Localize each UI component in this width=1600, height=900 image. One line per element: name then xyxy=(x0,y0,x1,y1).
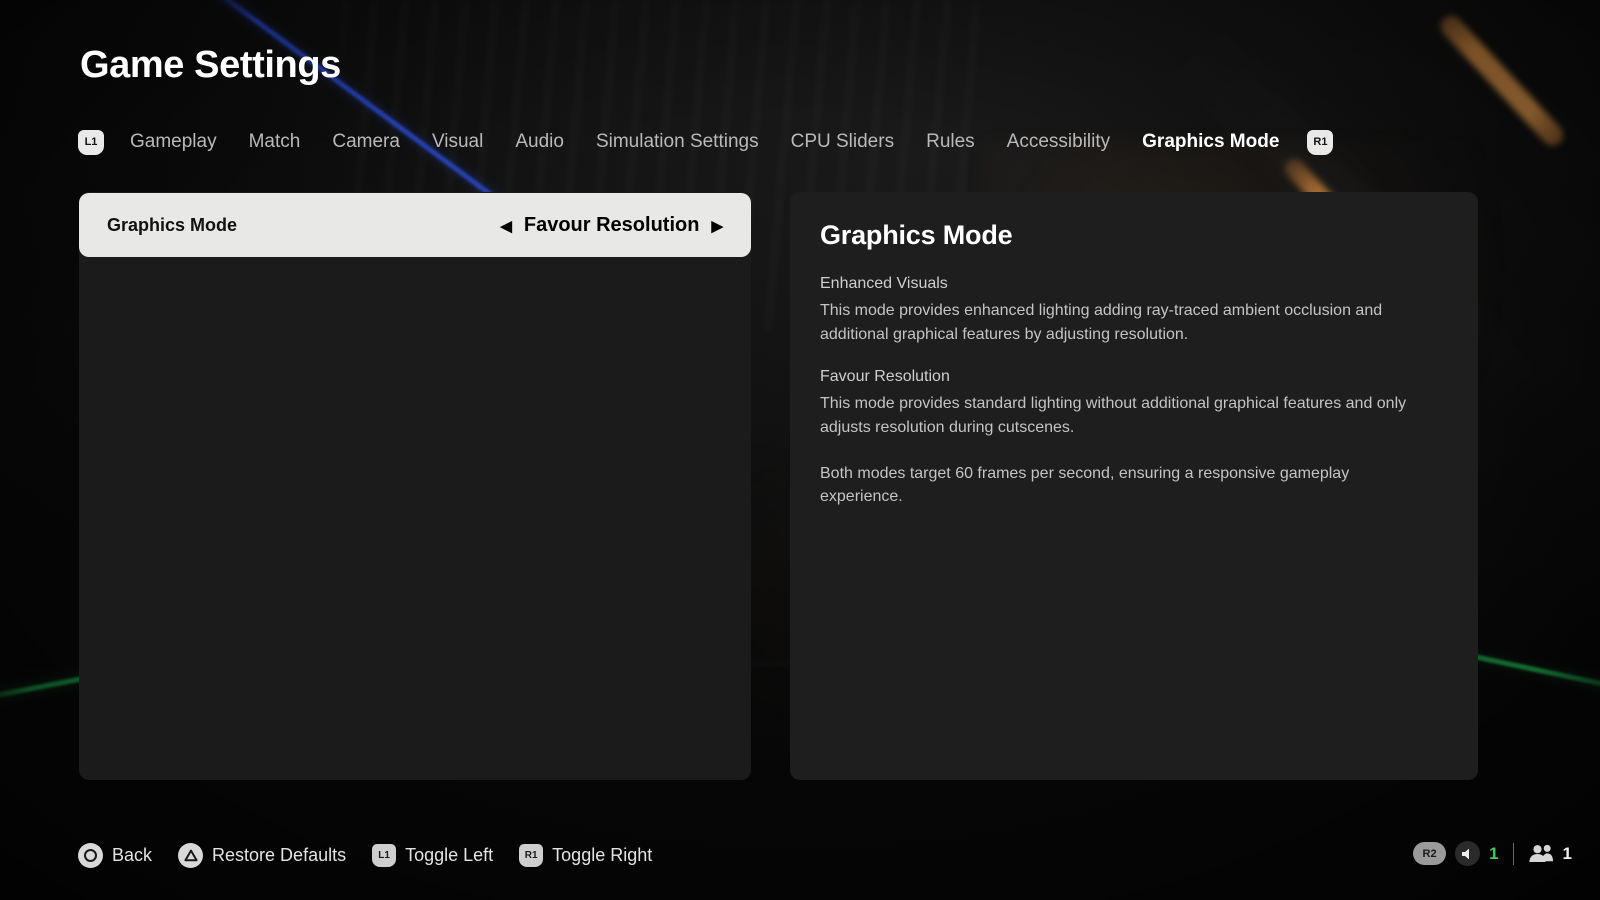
status-divider xyxy=(1512,842,1514,865)
setting-row-value: Favour Resolution xyxy=(523,213,700,236)
setting-row-label: Graphics Mode xyxy=(107,214,238,235)
hint-label: Toggle Left xyxy=(405,845,494,865)
detail-body: This mode provides enhanced lighting add… xyxy=(820,302,1383,343)
tab-cpu-sliders[interactable]: CPU Sliders xyxy=(775,128,910,156)
tab-graphics-mode[interactable]: Graphics Mode xyxy=(1126,128,1295,156)
speaker-icon[interactable] xyxy=(1455,841,1481,866)
circle-button-icon xyxy=(78,843,103,868)
settings-list-panel xyxy=(79,192,751,780)
setting-row-value-stepper[interactable]: ◀ Favour Resolution ▶ xyxy=(500,214,723,237)
detail-panel: Graphics Mode Enhanced Visuals This mode… xyxy=(790,192,1478,780)
tab-accessibility[interactable]: Accessibility xyxy=(991,128,1126,156)
chevron-right-icon[interactable]: ▶ xyxy=(711,219,723,234)
detail-block-favour-resolution: Favour Resolution This mode provides sta… xyxy=(820,368,1448,439)
detail-note: Both modes target 60 frames per second, … xyxy=(820,464,1350,506)
tab-visual[interactable]: Visual xyxy=(416,128,499,156)
r1-bumper-icon[interactable]: R1 xyxy=(1307,129,1334,155)
hint-back[interactable]: Back xyxy=(78,843,152,868)
tab-gameplay[interactable]: Gameplay xyxy=(114,128,233,156)
detail-block-enhanced-visuals: Enhanced Visuals This mode provides enha… xyxy=(820,275,1448,346)
tab-match[interactable]: Match xyxy=(233,128,317,156)
game-settings-screen: Game Settings L1 Gameplay Match Camera V… xyxy=(0,0,1600,900)
hint-label: Toggle Right xyxy=(552,845,653,865)
players-icon xyxy=(1528,844,1554,863)
l1-bumper-icon: L1 xyxy=(372,844,397,867)
detail-heading: Favour Resolution xyxy=(820,368,950,386)
tab-audio[interactable]: Audio xyxy=(499,128,580,156)
status-cluster: R2 1 1 xyxy=(1413,841,1572,866)
hint-label: Restore Defaults xyxy=(212,845,347,865)
button-hint-bar: Back Restore Defaults L1 Toggle Left R1 … xyxy=(78,843,652,868)
volume-level: 1 xyxy=(1489,843,1499,863)
chevron-left-icon[interactable]: ◀ xyxy=(500,219,512,234)
r2-trigger-icon[interactable]: R2 xyxy=(1413,842,1447,865)
hint-toggle-left[interactable]: L1 Toggle Left xyxy=(372,844,493,867)
tab-camera[interactable]: Camera xyxy=(316,128,416,156)
detail-title: Graphics Mode xyxy=(820,220,1013,250)
detail-heading: Enhanced Visuals xyxy=(820,275,948,292)
hint-toggle-right[interactable]: R1 Toggle Right xyxy=(519,844,652,867)
tab-simulation-settings[interactable]: Simulation Settings xyxy=(580,128,775,156)
l1-bumper-icon[interactable]: L1 xyxy=(78,129,104,155)
triangle-button-icon xyxy=(178,843,204,868)
tab-rules[interactable]: Rules xyxy=(910,128,991,156)
r1-bumper-icon: R1 xyxy=(519,844,544,867)
page-title: Game Settings xyxy=(80,44,341,86)
hint-restore-defaults[interactable]: Restore Defaults xyxy=(178,843,346,868)
setting-row-graphics-mode[interactable]: Graphics Mode ◀ Favour Resolution ▶ xyxy=(79,193,751,257)
detail-body: This mode provides standard lighting wit… xyxy=(820,395,1407,437)
hint-label: Back xyxy=(112,845,153,865)
settings-tab-bar: L1 Gameplay Match Camera Visual Audio Si… xyxy=(78,128,1334,156)
player-count: 1 xyxy=(1562,843,1572,863)
